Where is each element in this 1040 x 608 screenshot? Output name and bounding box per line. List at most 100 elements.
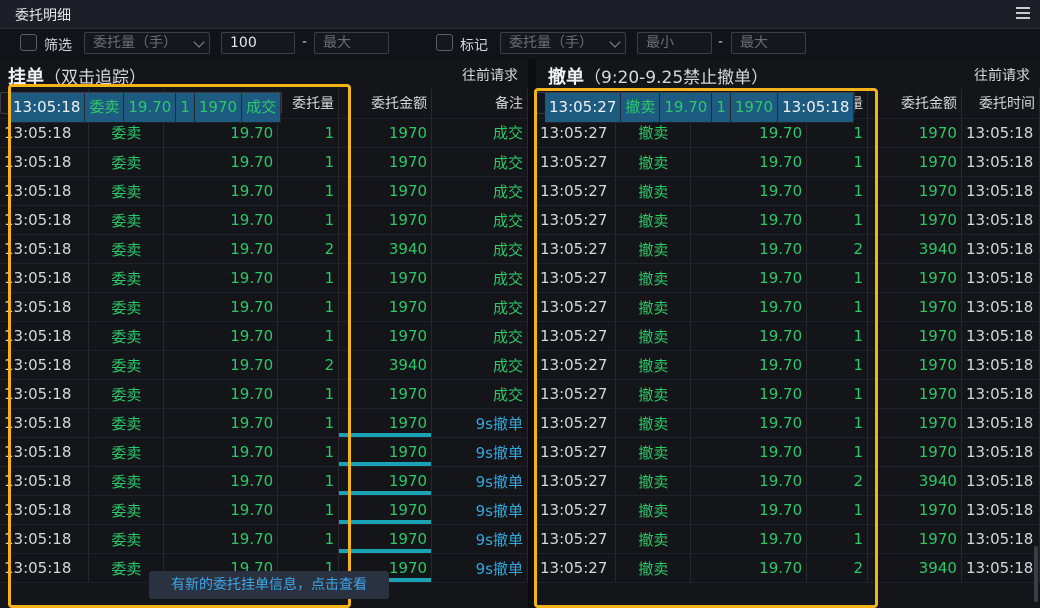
table-cell: 1 <box>806 321 869 351</box>
window-title: 委托明细 <box>15 8 71 24</box>
table-row[interactable]: 13:05:27 撤卖 19.70 1 1970 13:05:18 <box>536 263 1040 293</box>
column-header[interactable]: 委托金额 <box>867 89 962 119</box>
table-cell: 1 <box>277 205 340 235</box>
table-cell: 撤卖 <box>615 147 692 177</box>
scrollbar-thumb[interactable] <box>1034 546 1038 602</box>
table-row[interactable]: 13:05:18 委卖 19.70 1 1970 成交 <box>0 92 283 123</box>
column-header[interactable]: 委托金额 <box>338 89 433 119</box>
table-cell: 19.70 <box>163 524 279 554</box>
table-cell: 1 <box>711 93 731 123</box>
cancelled-orders-subtitle: （9:20-9.25禁止撤单） <box>584 68 769 88</box>
table-cell: 13:05:18 <box>961 321 1040 351</box>
table-row[interactable]: 13:05:18 委卖 19.70 1 1970 成交 <box>0 205 528 235</box>
table-row[interactable]: 13:05:18 委卖 19.70 1 1970 9s撤单 <box>0 437 528 467</box>
table-row[interactable]: 13:05:27 撤卖 19.70 1 1970 13:05:18 <box>536 350 1040 380</box>
new-orders-notification[interactable]: 有新的委托挂单信息，点击查看 <box>149 571 389 599</box>
table-cell: 3940 <box>338 234 433 264</box>
table-row[interactable]: 13:05:27 撤卖 19.70 2 3940 13:05:18 <box>536 553 1040 583</box>
table-row[interactable]: 13:05:27 撤卖 19.70 1 1970 13:05:18 <box>536 437 1040 467</box>
table-row[interactable]: 13:05:18 委卖 19.70 1 1970 9s撤单 <box>0 524 528 554</box>
table-cell: 委卖 <box>84 93 125 123</box>
table-cell: 13:05:18 <box>9 93 86 123</box>
table-cell: 13:05:27 <box>536 292 617 322</box>
table-cell: 19.70 <box>690 292 808 322</box>
table-row[interactable]: 13:05:27 撤卖 19.70 1 1970 13:05:18 <box>536 321 1040 351</box>
table-cell: 13:05:27 <box>536 263 617 293</box>
mark-quantity-select[interactable]: 委托量（手） <box>500 32 626 54</box>
table-row[interactable]: 13:05:27 撤卖 19.70 1 1970 13:05:18 <box>536 118 1040 148</box>
table-cell: 撤卖 <box>615 205 692 235</box>
table-row[interactable]: 13:05:27 撤卖 19.70 1 1970 13:05:18 <box>536 292 1040 322</box>
table-cell: 13:05:18 <box>961 205 1040 235</box>
table-row[interactable]: 13:05:18 委卖 19.70 1 1970 成交 <box>0 118 528 148</box>
table-cell: 1970 <box>338 379 433 409</box>
table-cell: 9s撤单 <box>431 437 528 467</box>
table-cell: 13:05:18 <box>0 147 90 177</box>
cancelled-orders-panel: 撤单（9:20-9.25禁止撤单） 往前请求 撤单时间方向委托价格委托量委托金额… <box>536 59 1040 608</box>
table-row[interactable]: 13:05:18 委卖 19.70 2 3940 成交 <box>0 234 528 264</box>
filter-bar: 筛选 委托量（手） 100 - 最大 标记 委托量（手） 最小 - 最大 <box>0 29 1040 59</box>
table-cell: 13:05:18 <box>961 350 1040 380</box>
table-cell: 撤卖 <box>615 553 692 583</box>
table-row[interactable]: 13:05:18 委卖 19.70 1 1970 成交 <box>0 379 528 409</box>
filter-quantity-select[interactable]: 委托量（手） <box>84 32 210 54</box>
table-cell: 13:05:27 <box>536 408 617 438</box>
table-row[interactable]: 13:05:27 撤卖 19.70 2 3940 13:05:18 <box>536 466 1040 496</box>
cancelled-orders-request-earlier-button[interactable]: 往前请求 <box>974 65 1030 85</box>
filter-max-input[interactable]: 最大 <box>314 32 389 54</box>
table-row[interactable]: 13:05:18 委卖 19.70 1 1970 成交 <box>0 292 528 322</box>
table-cell: 13:05:18 <box>0 292 90 322</box>
table-cell: 成交 <box>431 118 528 148</box>
table-cell: 1970 <box>867 292 962 322</box>
table-row[interactable]: 13:05:18 委卖 19.70 1 1970 9s撤单 <box>0 466 528 496</box>
table-row[interactable]: 13:05:18 委卖 19.70 1 1970 成交 <box>0 321 528 351</box>
table-cell: 1 <box>806 437 869 467</box>
table-cell: 13:05:18 <box>961 234 1040 264</box>
table-row[interactable]: 13:05:27 撤卖 19.70 1 1970 13:05:18 <box>536 176 1040 206</box>
table-cell: 13:05:27 <box>536 176 617 206</box>
mark-min-input[interactable]: 最小 <box>637 32 712 54</box>
filter-min-input[interactable]: 100 <box>221 32 295 54</box>
table-cell: 3940 <box>867 234 962 264</box>
table-row[interactable]: 13:05:27 撤卖 19.70 1 1970 13:05:18 <box>536 379 1040 409</box>
mark-checkbox[interactable] <box>436 34 453 51</box>
table-cell: 2 <box>806 234 869 264</box>
table-cell: 撤卖 <box>615 263 692 293</box>
table-cell: 19.70 <box>690 350 808 380</box>
table-row[interactable]: 13:05:18 委卖 19.70 2 3940 成交 <box>0 350 528 380</box>
hamburger-menu-icon[interactable] <box>1016 7 1030 19</box>
table-row[interactable]: 13:05:27 撤卖 19.70 1 1970 13:05:18 <box>536 524 1040 554</box>
table-cell: 撤卖 <box>615 437 692 467</box>
table-cell: 19.70 <box>163 437 279 467</box>
table-cell: 1970 <box>338 408 433 438</box>
table-cell: 1970 <box>338 147 433 177</box>
filter-quantity-select-value: 委托量（手） <box>93 35 177 51</box>
table-row[interactable]: 13:05:27 撤卖 19.70 1 1970 13:05:18 <box>536 408 1040 438</box>
table-cell: 13:05:27 <box>536 553 617 583</box>
table-row[interactable]: 13:05:18 委卖 19.70 1 1970 9s撤单 <box>0 495 528 525</box>
column-header[interactable]: 备注 <box>431 89 528 119</box>
table-cell: 1 <box>806 263 869 293</box>
table-row[interactable]: 13:05:27 撤卖 19.70 1 1970 13:05:18 <box>536 147 1040 177</box>
table-row[interactable]: 13:05:27 撤卖 19.70 1 1970 13:05:18 <box>536 205 1040 235</box>
table-cell: 1970 <box>867 176 962 206</box>
table-row[interactable]: 13:05:18 委卖 19.70 1 1970 成交 <box>0 176 528 206</box>
table-cell: 1970 <box>338 495 433 525</box>
table-row[interactable]: 13:05:18 委卖 19.70 1 1970 成交 <box>0 147 528 177</box>
table-cell: 19.70 <box>690 466 808 496</box>
table-row[interactable]: 13:05:27 撤卖 19.70 1 1970 13:05:18 <box>536 92 856 123</box>
pending-orders-request-earlier-button[interactable]: 往前请求 <box>462 65 518 85</box>
column-header[interactable]: 委托量 <box>277 89 340 119</box>
table-row[interactable]: 13:05:27 撤卖 19.70 2 3940 13:05:18 <box>536 234 1040 264</box>
table-cell: 3940 <box>867 553 962 583</box>
table-cell: 19.70 <box>163 408 279 438</box>
table-row[interactable]: 13:05:27 撤卖 19.70 1 1970 13:05:18 <box>536 495 1040 525</box>
table-cell: 1 <box>806 350 869 380</box>
table-row[interactable]: 13:05:18 委卖 19.70 1 1970 9s撤单 <box>0 408 528 438</box>
table-row[interactable]: 13:05:18 委卖 19.70 1 1970 成交 <box>0 263 528 293</box>
table-cell: 1 <box>277 176 340 206</box>
column-header[interactable]: 委托时间 <box>961 89 1040 119</box>
mark-max-input[interactable]: 最大 <box>731 32 806 54</box>
filter-checkbox[interactable] <box>20 34 37 51</box>
table-cell: 撤卖 <box>615 379 692 409</box>
